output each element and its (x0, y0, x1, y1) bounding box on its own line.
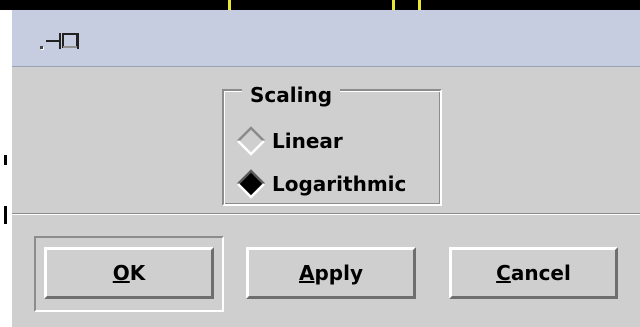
background-mark (4, 155, 7, 165)
background-mark (4, 206, 7, 224)
radio-logarithmic[interactable]: Logarithmic (236, 169, 406, 199)
cancel-button[interactable]: Cancel (449, 247, 618, 299)
radio-linear[interactable]: Linear (236, 126, 343, 156)
separator (12, 213, 640, 215)
button-label: K (129, 261, 146, 285)
radio-diamond-selected-icon[interactable] (236, 169, 266, 199)
button-label: pply (314, 261, 363, 285)
mnemonic: C (496, 261, 511, 285)
button-label: ancel (510, 261, 571, 285)
background-highlight (228, 0, 231, 10)
radio-diamond-icon[interactable] (236, 126, 266, 156)
mnemonic: A (298, 261, 315, 285)
ok-button[interactable]: OK (44, 247, 214, 299)
background-top-strip (0, 0, 640, 10)
radio-label: Linear (272, 129, 343, 153)
background-left-strip (0, 10, 10, 327)
title-bar[interactable] (12, 10, 640, 67)
scaling-dialog: Scaling Linear Logarithmic OK Apply Canc… (10, 10, 640, 327)
background-highlight (392, 0, 395, 10)
background-highlight (418, 0, 421, 10)
scaling-legend: Scaling (242, 82, 341, 108)
radio-label: Logarithmic (272, 172, 407, 196)
apply-button[interactable]: Apply (246, 247, 416, 299)
mnemonic: O (112, 261, 130, 285)
pin-icon[interactable] (38, 30, 98, 54)
